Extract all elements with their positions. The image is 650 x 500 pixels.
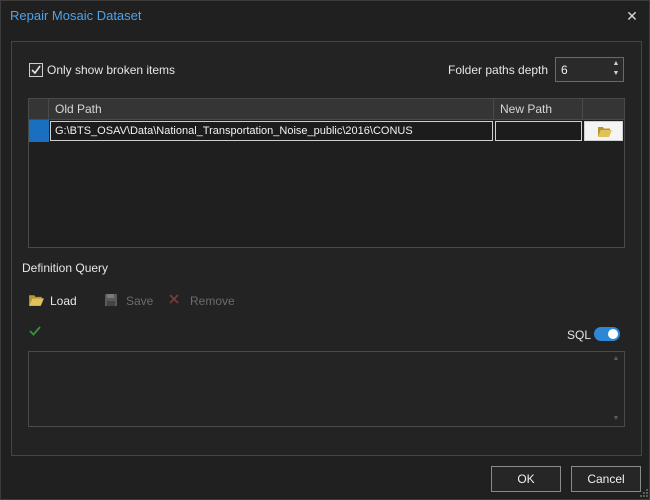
path-grid: Old Path New Path G:\BTS_OSAV\Data\Natio…: [28, 98, 625, 248]
column-header-old-path[interactable]: Old Path: [49, 99, 494, 119]
sql-toggle[interactable]: [594, 327, 620, 341]
title-bar: Repair Mosaic Dataset ✕: [1, 1, 649, 31]
grid-header: Old Path New Path: [29, 99, 624, 120]
cancel-button[interactable]: Cancel: [571, 466, 641, 492]
resize-grip-icon[interactable]: [639, 488, 649, 498]
folder-depth-label: Folder paths depth: [448, 63, 549, 77]
sql-label: SQL: [567, 328, 592, 342]
load-button[interactable]: Load: [28, 292, 78, 310]
new-path-cell[interactable]: [495, 121, 582, 141]
remove-button[interactable]: Remove: [168, 292, 238, 310]
toggle-knob: [608, 329, 618, 339]
column-header-new-path[interactable]: New Path: [494, 99, 583, 119]
save-button[interactable]: Save: [104, 292, 154, 310]
row-selector[interactable]: [29, 120, 49, 142]
folder-depth-value[interactable]: 6: [561, 63, 568, 77]
only-broken-label: Only show broken items: [47, 63, 176, 77]
ok-button[interactable]: OK: [491, 466, 561, 492]
checkmark-icon: [29, 326, 41, 336]
checkmark-icon: [31, 65, 41, 75]
folder-open-icon: [29, 295, 44, 306]
only-broken-checkbox[interactable]: [29, 63, 43, 77]
dialog-title: Repair Mosaic Dataset: [10, 8, 142, 23]
x-icon: [169, 294, 179, 304]
folder-open-icon: [598, 127, 612, 137]
query-text-area[interactable]: ▲ ▼: [28, 351, 625, 427]
close-icon[interactable]: ✕: [623, 7, 641, 25]
main-panel: Only show broken items Folder paths dept…: [11, 41, 642, 456]
stepper-down-icon[interactable]: ▼: [611, 69, 621, 79]
stepper-up-icon[interactable]: ▲: [611, 59, 621, 69]
save-label: Save: [126, 294, 154, 308]
save-icon: [105, 294, 117, 306]
remove-label: Remove: [190, 294, 235, 308]
repair-mosaic-dialog: Repair Mosaic Dataset ✕ Only show broken…: [0, 0, 650, 500]
scroll-down-icon[interactable]: ▼: [611, 414, 621, 424]
old-path-cell[interactable]: G:\BTS_OSAV\Data\National_Transportation…: [50, 121, 493, 141]
load-label: Load: [50, 294, 77, 308]
row-header-corner: [29, 99, 49, 119]
folder-depth-stepper[interactable]: 6 ▲ ▼: [555, 57, 624, 82]
scroll-up-icon[interactable]: ▲: [611, 354, 621, 364]
definition-query-label: Definition Query: [22, 261, 109, 275]
browse-button[interactable]: [584, 121, 623, 141]
